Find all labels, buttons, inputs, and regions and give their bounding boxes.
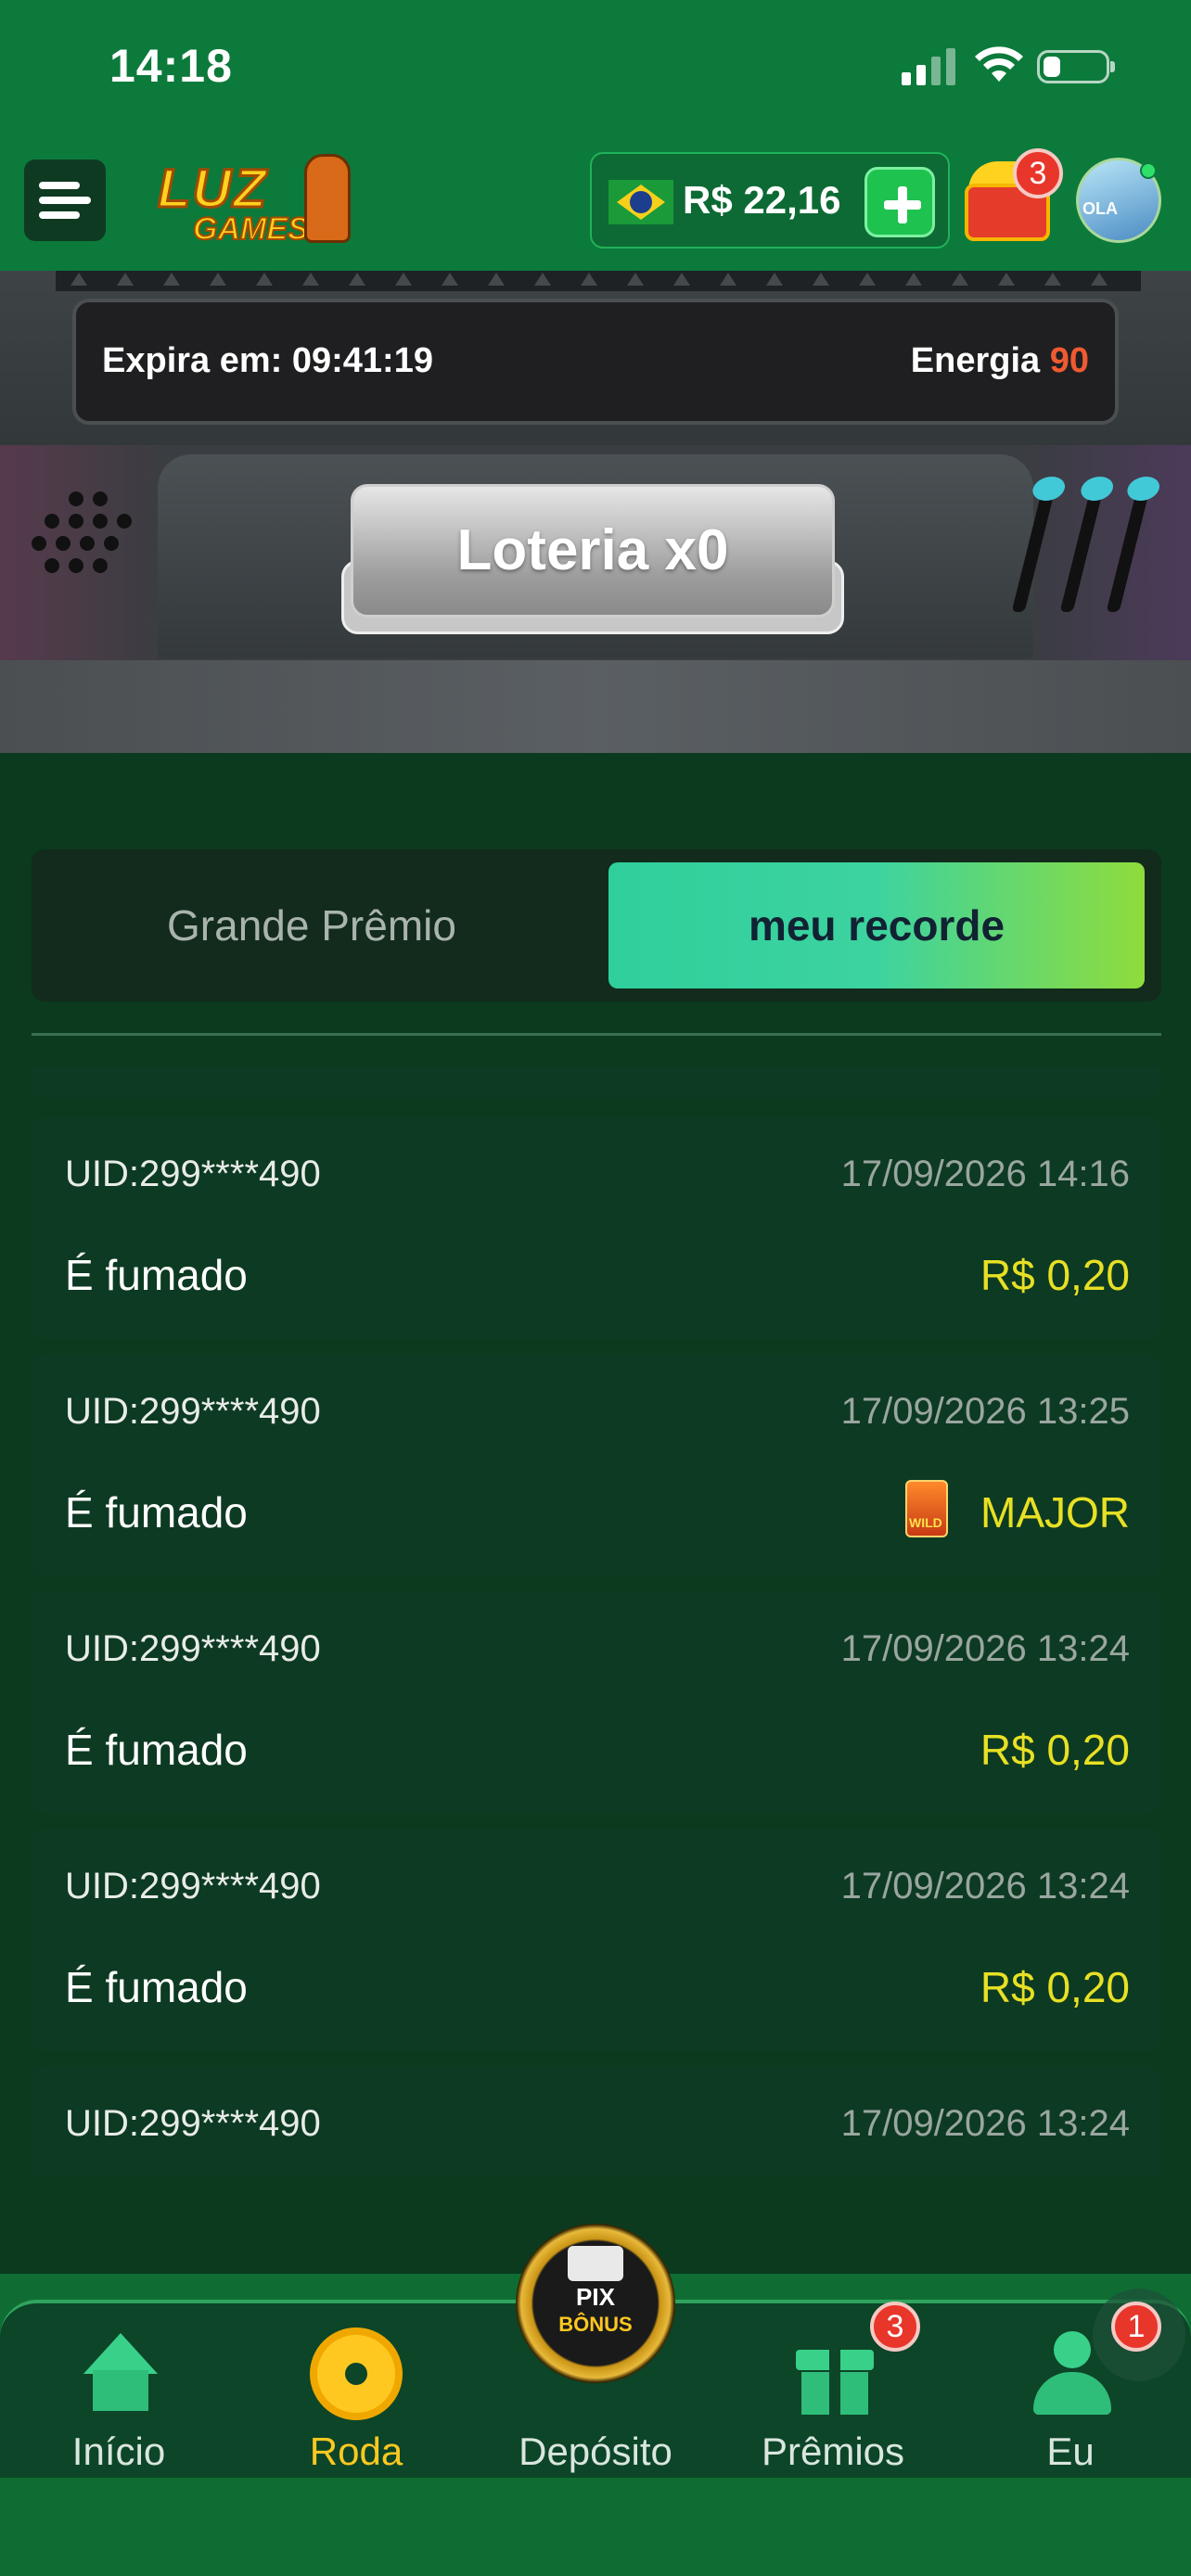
app-header: LUZ GAMES R$ 22,16 3 OLA — [0, 139, 1191, 271]
record-status: É fumado — [65, 1251, 248, 1299]
treasure-chest-button[interactable]: 3 — [961, 148, 1063, 245]
status-bar: 14:18 — [0, 0, 1191, 139]
pix-bonus-icon[interactable]: PIX BÔNUS — [516, 2224, 675, 2383]
app-logo: LUZ GAMES — [148, 154, 352, 256]
record-uid: UID:299****490 — [65, 2103, 321, 2144]
gift-icon — [796, 2337, 874, 2415]
online-dot — [1140, 162, 1157, 179]
lottery-machine: Expira em: 09:41:19 Energia 90 Loteria x… — [0, 271, 1191, 753]
record-tabs: Grande Prêmio meu recorde — [32, 849, 1161, 1001]
deposit-plus-button[interactable] — [864, 167, 935, 237]
home-indicator-area — [0, 2478, 1191, 2576]
record-prize: R$ 0,20 — [980, 1963, 1130, 2011]
avatar-text: OLA — [1082, 199, 1118, 218]
chest-badge: 3 — [1013, 148, 1063, 198]
slider-controls-icon — [1005, 477, 1162, 631]
energy-label: Energia 90 — [911, 341, 1089, 381]
record-uid: UID:299****490 — [65, 1866, 321, 1906]
nav-item-prizes[interactable]: Prêmios 3 — [731, 2302, 935, 2476]
avatar[interactable]: OLA — [1076, 158, 1161, 243]
nav-label: Início — [71, 2429, 166, 2473]
list-item: UID:299****490 17/09/2026 14:16 É fumado… — [32, 1116, 1161, 1339]
status-time: 14:18 — [109, 40, 233, 92]
machine-display: Expira em: 09:41:19 Energia 90 — [72, 299, 1119, 425]
machine-lights — [56, 271, 1141, 291]
record-uid: UID:299****490 — [65, 1628, 321, 1669]
lottery-button-label: Loteria x0 — [456, 518, 729, 582]
record-date: 17/09/2026 14:16 — [840, 1154, 1130, 1194]
record-prize: R$ 0,20 — [980, 1251, 1130, 1299]
nav-item-me[interactable]: Eu 1 — [968, 2302, 1172, 2476]
tab-my-record[interactable]: meu recorde — [608, 862, 1145, 988]
record-list[interactable]: UID:299****490 17/09/2026 14:16 É fumado… — [32, 1066, 1161, 2177]
record-date: 17/09/2026 13:24 — [840, 1628, 1130, 1669]
balance-box[interactable]: R$ 22,16 — [590, 152, 950, 249]
record-status: É fumado — [65, 1726, 248, 1774]
wheel-icon — [310, 2327, 403, 2420]
me-badge: 1 — [1111, 2302, 1161, 2352]
energy-value: 90 — [1049, 341, 1089, 380]
list-item: UID:299****490 17/09/2026 13:24 É fumado… — [32, 1829, 1161, 2051]
menu-button[interactable] — [24, 159, 106, 241]
speaker-icon — [32, 491, 134, 593]
nav-label: Prêmios — [761, 2429, 905, 2473]
list-item: UID:299****490 17/09/2026 13:24 É fumado… — [32, 1591, 1161, 1814]
record-uid: UID:299****490 — [65, 1154, 321, 1194]
record-prize: MAJOR — [980, 1488, 1130, 1537]
nav-label: Depósito — [519, 2429, 672, 2473]
record-date: 17/09/2026 13:24 — [840, 2103, 1130, 2144]
battery-icon — [1037, 50, 1115, 83]
nav-item-home[interactable]: Início — [17, 2309, 221, 2476]
list-item: UID:299****490 17/09/2026 13:24 — [32, 2066, 1161, 2177]
pix-label: PIX — [576, 2283, 615, 2311]
user-icon — [1033, 2331, 1111, 2415]
divider — [32, 1033, 1161, 1036]
cellular-signal-icon — [902, 48, 955, 85]
list-item — [32, 1066, 1161, 1098]
record-prize: R$ 0,20 — [980, 1726, 1130, 1774]
bonus-label: BÔNUS — [558, 2313, 633, 2336]
record-date: 17/09/2026 13:25 — [840, 1391, 1130, 1432]
envelope-icon — [568, 2246, 623, 2281]
record-status: É fumado — [65, 1488, 248, 1537]
nav-label: Eu — [1046, 2429, 1095, 2473]
list-item: UID:299****490 17/09/2026 13:25 É fumado… — [32, 1354, 1161, 1576]
record-status: É fumado — [65, 1963, 248, 2011]
wild-icon: WILD — [905, 1480, 948, 1537]
machine-base — [0, 660, 1191, 753]
nav-label: Roda — [309, 2429, 403, 2473]
logo-text-top: LUZ — [157, 158, 268, 221]
lottery-button[interactable]: Loteria x0 — [341, 484, 844, 636]
prizes-badge: 3 — [870, 2302, 920, 2352]
wifi-icon — [975, 46, 1023, 82]
logo-text-bottom: GAMES — [192, 210, 310, 248]
energy-text: Energia — [910, 341, 1041, 380]
mascot-icon — [304, 154, 351, 243]
expires-label: Expira em: 09:41:19 — [102, 341, 433, 380]
nav-item-wheel[interactable]: Roda — [254, 2309, 458, 2476]
home-icon — [83, 2333, 158, 2411]
balance-value: R$ 22,16 — [683, 178, 841, 222]
tab-grand-prize[interactable]: Grande Prêmio — [32, 849, 592, 1001]
record-uid: UID:299****490 — [65, 1391, 321, 1432]
record-date: 17/09/2026 13:24 — [840, 1866, 1130, 1906]
brazil-flag-icon — [608, 180, 673, 224]
